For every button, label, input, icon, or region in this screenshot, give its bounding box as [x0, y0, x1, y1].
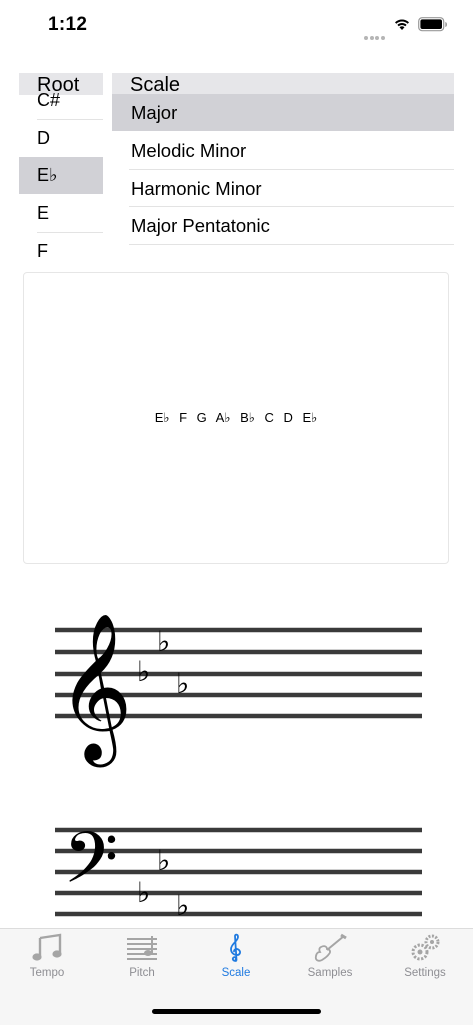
music-note-icon [32, 933, 62, 961]
tab-label: Settings [404, 967, 446, 979]
home-indicator[interactable] [152, 1009, 321, 1014]
tab-label: Samples [307, 967, 353, 979]
treble-clef-icon: 𝄞 [57, 612, 133, 767]
scale-option-major-pentatonic[interactable]: Major Pentatonic [112, 207, 454, 244]
tab-samples[interactable]: Samples [283, 933, 377, 979]
bass-staff: 𝄢 ♭ ♭ ♭ [55, 817, 422, 922]
treble-flat-a: ♭ [176, 667, 189, 700]
root-option-f[interactable]: F [19, 233, 103, 257]
cellular-signal-icon [364, 27, 386, 40]
tab-scale[interactable]: Scale [189, 933, 283, 979]
guitar-icon [314, 933, 347, 962]
root-option-c-sharp[interactable]: C# [19, 82, 103, 118]
root-option-e-flat[interactable]: E♭ [19, 157, 103, 194]
scale-option-major[interactable]: Major [112, 94, 454, 131]
gears-icon [411, 934, 440, 961]
bass-flat-e: ♭ [137, 876, 150, 909]
status-time: 1:12 [48, 14, 88, 35]
root-option-e[interactable]: E [19, 195, 103, 232]
treble-flat-e: ♭ [137, 655, 150, 688]
scale-option-melodic-minor[interactable]: Melodic Minor [112, 132, 454, 169]
battery-icon [418, 17, 447, 32]
root-option-d[interactable]: D [19, 120, 103, 157]
scale-option-harmonic-minor[interactable]: Harmonic Minor [112, 170, 454, 207]
bass-clef-icon: 𝄢 [63, 817, 118, 917]
tab-label: Pitch [129, 967, 155, 979]
bass-flat-b: ♭ [157, 844, 170, 877]
tab-pitch[interactable]: Pitch [95, 933, 189, 979]
scale-picker-header: Scale [112, 73, 454, 96]
bass-flat-a: ♭ [176, 889, 189, 922]
treble-staff: 𝄞 ♭ ♭ ♭ [55, 612, 422, 767]
treble-clef-icon [230, 933, 241, 962]
scale-notes-text: E♭ F G A♭ B♭ C D E♭ [154, 410, 318, 425]
tab-label: Scale [221, 967, 251, 979]
divider [129, 244, 454, 245]
staff-icon [127, 936, 157, 960]
wifi-icon [395, 19, 409, 30]
tab-label: Tempo [29, 967, 65, 979]
treble-flat-b: ♭ [157, 625, 170, 658]
notation-view: 𝄞 ♭ ♭ ♭ 𝄢 ♭ ♭ ♭ [55, 612, 422, 922]
tab-settings[interactable]: Settings [378, 933, 472, 979]
tab-tempo[interactable]: Tempo [0, 933, 94, 979]
